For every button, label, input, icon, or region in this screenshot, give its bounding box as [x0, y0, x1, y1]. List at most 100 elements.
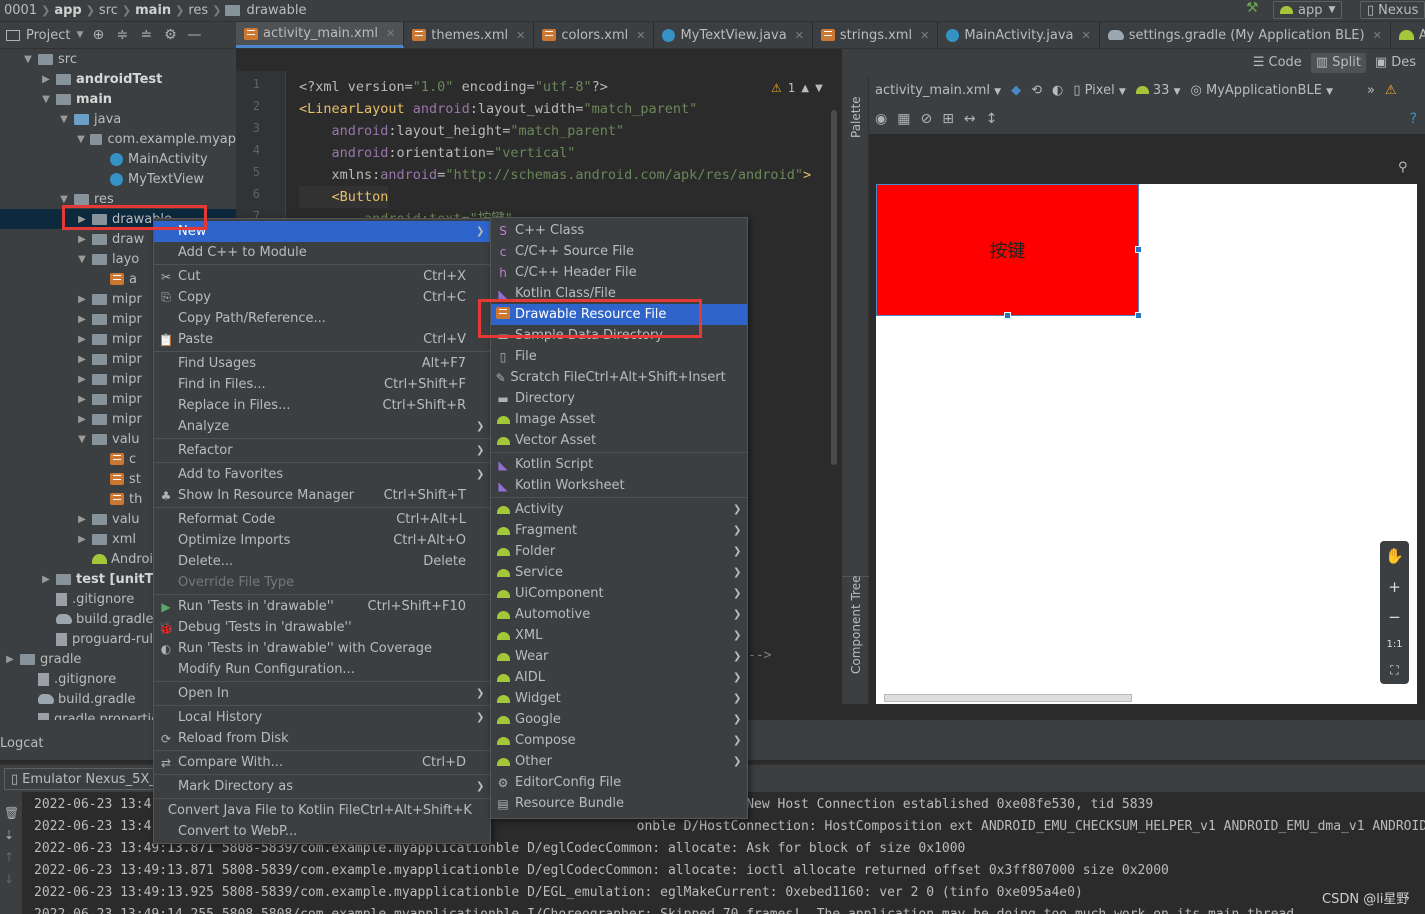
- close-icon[interactable]: ✕: [636, 29, 645, 42]
- menu-item[interactable]: h C/C++ Header File: [491, 262, 747, 283]
- scroll-end-icon[interactable]: ⇣: [0, 820, 22, 842]
- chevron-right-icon[interactable]: ▶: [40, 574, 52, 585]
- magnet-icon[interactable]: ⊘: [920, 111, 932, 127]
- breadcrumb-item[interactable]: main: [131, 3, 175, 18]
- chevron-down-icon[interactable]: ▼: [76, 30, 83, 40]
- chevron-right-icon[interactable]: ▶: [40, 74, 52, 85]
- menu-item[interactable]: ⎘ Copy Ctrl+C: [154, 287, 490, 308]
- menu-item[interactable]: ▶ Run 'Tests in 'drawable'' Ctrl+Shift+F10: [154, 596, 490, 617]
- api-selector[interactable]: 33 ▼: [1135, 83, 1181, 98]
- device-selector[interactable]: ▯ Nexus: [1360, 1, 1425, 19]
- run-config-selector[interactable]: app ▼: [1273, 1, 1343, 19]
- close-icon[interactable]: ✕: [386, 27, 395, 40]
- resize-handle[interactable]: [1135, 246, 1142, 253]
- minimize-icon[interactable]: —: [185, 27, 203, 43]
- menu-item[interactable]: ⟳ Reload from Disk: [154, 728, 490, 749]
- chevron-right-icon[interactable]: ▶: [76, 534, 88, 545]
- resize-handle[interactable]: [1135, 312, 1142, 319]
- chevron-down-icon[interactable]: ▼: [76, 254, 88, 265]
- warning-icon[interactable]: ⚠: [1385, 83, 1397, 98]
- menu-item[interactable]: Modify Run Configuration...: [154, 659, 490, 680]
- chevron-right-icon[interactable]: ▶: [76, 234, 88, 245]
- close-icon[interactable]: ✕: [795, 29, 804, 42]
- zoom-in-button[interactable]: +: [1388, 578, 1401, 596]
- device-selector-design[interactable]: ▯ Pixel ▼: [1073, 83, 1125, 98]
- menu-item[interactable]: Activity ❯: [491, 499, 747, 520]
- split-mode-button[interactable]: ▥ Split: [1310, 52, 1366, 73]
- menu-item[interactable]: Add C++ to Module: [154, 242, 490, 263]
- tree-item[interactable]: MainActivity: [0, 149, 236, 169]
- design-mode-button[interactable]: ▣ Des: [1370, 53, 1421, 73]
- collapse-all-icon[interactable]: ≐: [137, 27, 155, 43]
- menu-item[interactable]: ✂ Cut Ctrl+X: [154, 266, 490, 287]
- component-tree-tab[interactable]: Component Tree: [849, 576, 863, 674]
- pan-icon[interactable]: ✋: [1385, 547, 1404, 565]
- vertical-resize-icon[interactable]: ↕: [986, 111, 998, 127]
- editor-tab[interactable]: AndroidManifest.xm✕: [1391, 22, 1425, 48]
- menu-item[interactable]: Fragment ❯: [491, 520, 747, 541]
- editor-tab[interactable]: MainActivity.java ✕: [938, 22, 1100, 48]
- chevron-right-icon[interactable]: ▶: [4, 654, 16, 665]
- menu-item[interactable]: Automotive ❯: [491, 604, 747, 625]
- menu-item[interactable]: 🐞 Debug 'Tests in 'drawable'': [154, 617, 490, 638]
- theme-selector[interactable]: ◎ MyApplicationBLE ▼: [1191, 83, 1333, 98]
- night-mode-icon[interactable]: ◐: [1052, 83, 1063, 98]
- preview-scrollbar[interactable]: [884, 694, 1132, 702]
- menu-item[interactable]: Copy Path/Reference...: [154, 308, 490, 329]
- menu-item[interactable]: ▤ Resource Bundle: [491, 793, 747, 814]
- chevron-right-icon[interactable]: ▶: [76, 414, 88, 425]
- design-surface-icon[interactable]: ◆: [1011, 83, 1021, 98]
- menu-item[interactable]: XML ❯: [491, 625, 747, 646]
- menu-item[interactable]: ⚙ EditorConfig File: [491, 772, 747, 793]
- menu-item[interactable]: Folder ❯: [491, 541, 747, 562]
- layout-file-selector[interactable]: activity_main.xml ▼: [875, 83, 1001, 98]
- menu-item[interactable]: Service ❯: [491, 562, 747, 583]
- code-mode-button[interactable]: ☰ Code: [1248, 53, 1307, 73]
- tree-item[interactable]: ▼ java: [0, 109, 236, 129]
- tree-item[interactable]: ▼ src: [0, 49, 236, 69]
- chevron-right-icon[interactable]: ▶: [76, 374, 88, 385]
- orientation-icon[interactable]: ⟲: [1031, 83, 1042, 98]
- menu-item[interactable]: Wear ❯: [491, 646, 747, 667]
- breadcrumb-item[interactable]: 0001: [0, 3, 41, 18]
- menu-item[interactable]: c C/C++ Source File: [491, 241, 747, 262]
- menu-item[interactable]: ▯ File: [491, 346, 747, 367]
- editor-tab[interactable]: activity_main.xml ✕: [236, 22, 405, 48]
- editor-tab[interactable]: settings.gradle (My Application BLE) ✕: [1100, 22, 1391, 48]
- chevron-down-icon[interactable]: ▼: [58, 194, 70, 205]
- menu-item[interactable]: ◐ Run 'Tests in 'drawable'' with Coverage: [154, 638, 490, 659]
- menu-item[interactable]: AIDL ❯: [491, 667, 747, 688]
- zoom-actual-button[interactable]: 1:1: [1386, 639, 1402, 650]
- clear-constraints-icon[interactable]: ⊞: [942, 111, 954, 127]
- hammer-icon[interactable]: ⚒: [1246, 0, 1259, 16]
- menu-item[interactable]: Local History ❯: [154, 707, 490, 728]
- menu-item[interactable]: Delete... Delete: [154, 551, 490, 572]
- close-icon[interactable]: ✕: [1081, 29, 1090, 42]
- horizontal-resize-icon[interactable]: ↔: [964, 111, 976, 127]
- chevron-down-icon[interactable]: ▼: [815, 83, 823, 94]
- tree-item[interactable]: MyTextView: [0, 169, 236, 189]
- chevron-right-icon[interactable]: ▶: [76, 334, 88, 345]
- overflow-icon[interactable]: »: [1367, 83, 1375, 98]
- locate-icon[interactable]: ⊕: [89, 27, 107, 43]
- menu-item[interactable]: Optimize Imports Ctrl+Alt+O: [154, 530, 490, 551]
- close-icon[interactable]: ✕: [920, 29, 929, 42]
- editor-tab[interactable]: MyTextView.java ✕: [654, 22, 813, 48]
- logcat-device-selector[interactable]: ▯ Emulator Nexus_5X_A: [4, 768, 172, 790]
- menu-item[interactable]: Refactor ❯: [154, 440, 490, 461]
- chevron-down-icon[interactable]: ▼: [40, 94, 52, 105]
- chevron-right-icon[interactable]: ▶: [76, 514, 88, 525]
- menu-item[interactable]: Compose ❯: [491, 730, 747, 751]
- menu-item[interactable]: Vector Asset: [491, 430, 747, 451]
- zoom-fit-icon[interactable]: ⛶: [1390, 663, 1398, 678]
- chevron-right-icon[interactable]: ▶: [76, 314, 88, 325]
- down-icon[interactable]: ↓: [0, 864, 22, 886]
- project-view-label[interactable]: Project: [26, 28, 70, 43]
- menu-item[interactable]: ▬ Directory: [491, 388, 747, 409]
- gear-icon[interactable]: ⚙: [161, 27, 179, 43]
- menu-item[interactable]: Reformat Code Ctrl+Alt+L: [154, 509, 490, 530]
- editor-scrollbar[interactable]: [831, 110, 837, 465]
- chevron-right-icon[interactable]: ▶: [76, 294, 88, 305]
- menu-item[interactable]: ⇄ Compare With... Ctrl+D: [154, 752, 490, 773]
- breadcrumb-item[interactable]: drawable: [242, 3, 310, 18]
